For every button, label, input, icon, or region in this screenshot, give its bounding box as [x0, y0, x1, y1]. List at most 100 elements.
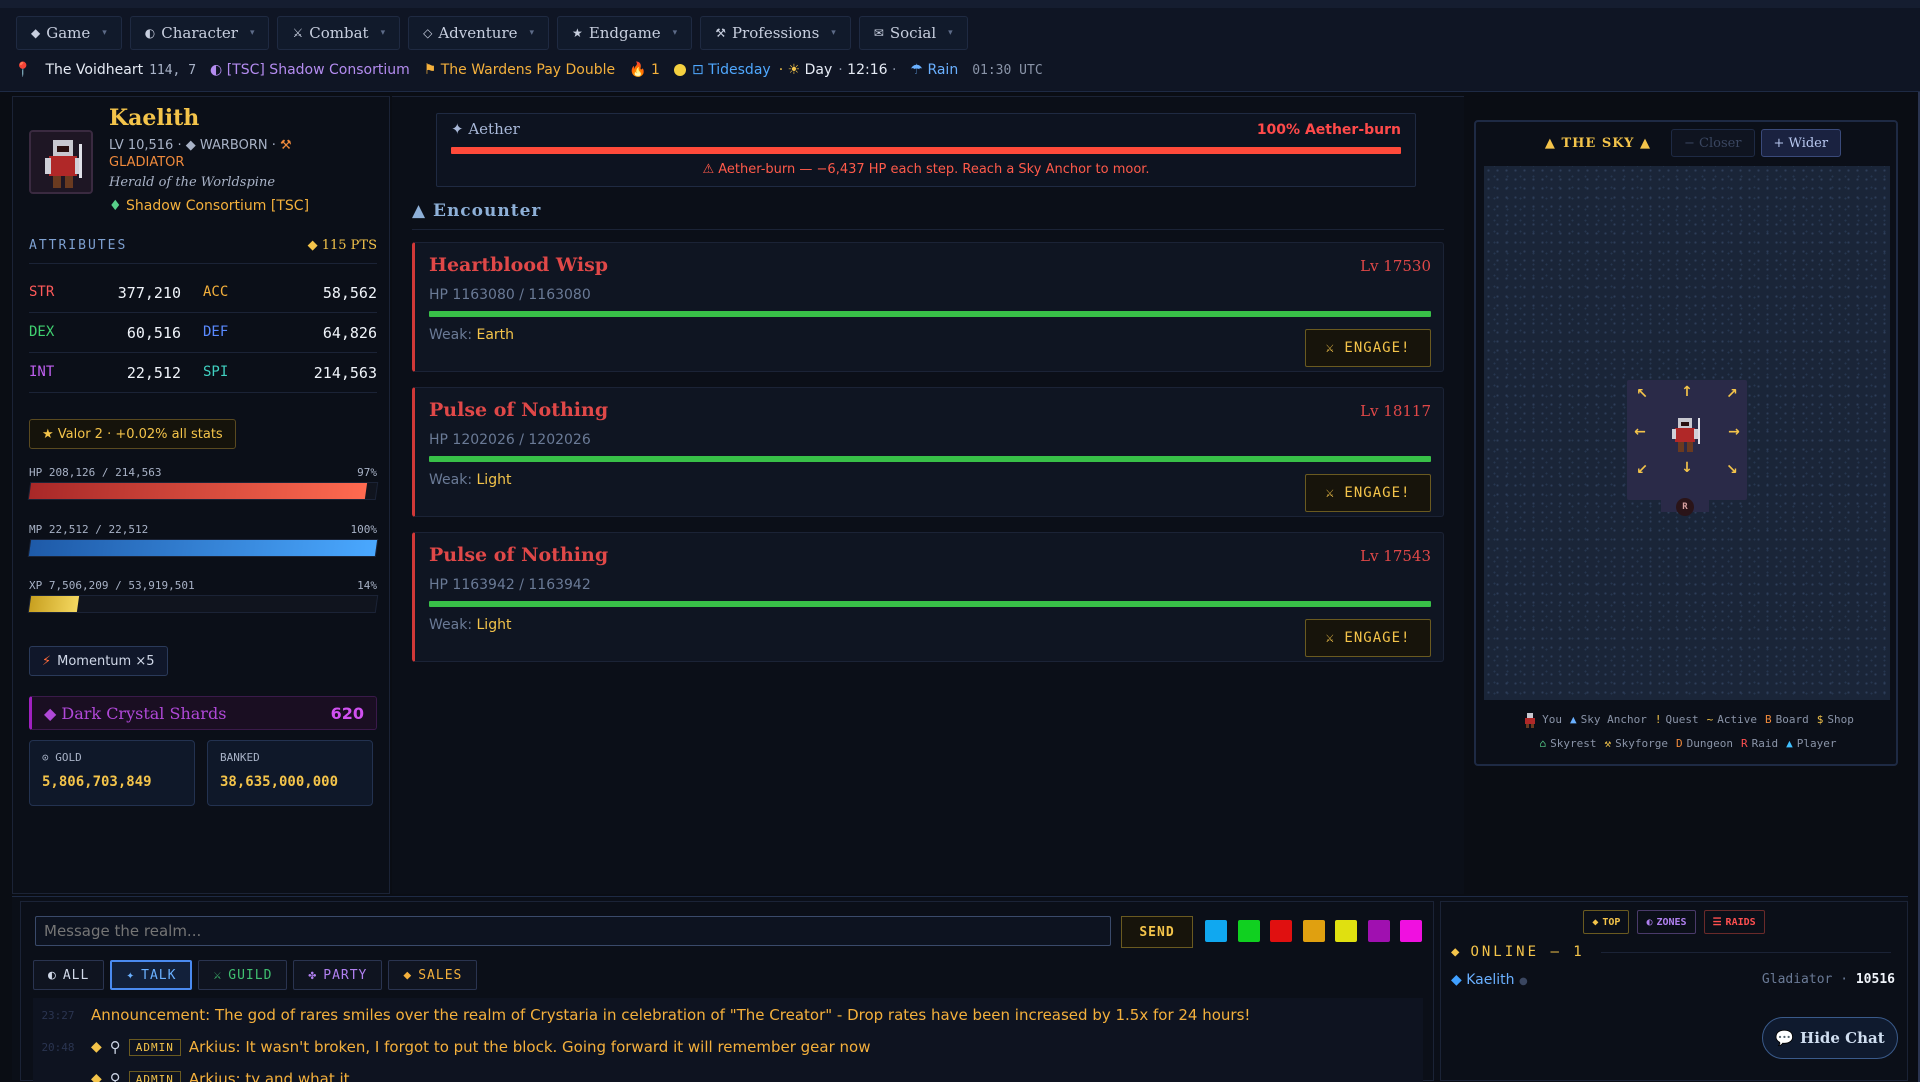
attribute-row: STR377,210ACC58,562 — [29, 273, 377, 313]
diamond-icon: ◆ — [91, 1071, 102, 1082]
momentum-badge[interactable]: ⚡Momentum ×5 — [29, 646, 168, 676]
zoom-closer-button[interactable]: − Closer — [1671, 129, 1755, 157]
menu-social[interactable]: ✉Social▾ — [859, 16, 968, 50]
menu-character[interactable]: ◐Character▾ — [130, 16, 270, 50]
chat-tab-icon: ✤ — [308, 968, 317, 983]
enemy-weakness: Weak: Earth — [429, 327, 514, 343]
map-legend: You▲Sky Anchor!Quest~ActiveBBoard$Shop⌂S… — [1486, 708, 1890, 756]
enemy-hp: HP 1202026 / 1202026 — [429, 432, 591, 448]
chat-tab-icon: ⚔ — [213, 968, 222, 983]
streak-value: 1 — [651, 62, 660, 78]
online-tab-top[interactable]: ◆TOP — [1583, 910, 1629, 934]
sky-map[interactable]: ↑ ↖ ↗ ← → ↙ ↓ ↘ R — [1484, 166, 1890, 700]
chat-tab-all[interactable]: ◐ALL — [33, 960, 104, 990]
hide-chat-button[interactable]: 💬Hide Chat — [1762, 1017, 1898, 1059]
chat-tab-talk[interactable]: ✦TALK — [110, 960, 192, 990]
avatar[interactable] — [29, 130, 93, 194]
shards-value: 620 — [331, 704, 364, 723]
xp-label: XP 7,506,209 / 53,919,501 — [29, 579, 195, 592]
move-southeast-arrow-icon[interactable]: ↘ — [1722, 462, 1742, 478]
move-southwest-arrow-icon[interactable]: ↙ — [1632, 462, 1652, 478]
online-tab-zones[interactable]: ◐ZONES — [1637, 910, 1695, 934]
banked-box: BANKED 38,635,000,000 — [207, 740, 373, 806]
attribute-value: 22,512 — [127, 364, 181, 382]
attribute-value: 64,826 — [323, 324, 377, 342]
hero-title: Herald of the Worldspine — [109, 175, 275, 190]
chat-message: 20:48◆⚲ADMINArkius: It wasn't broken, I … — [33, 1036, 870, 1058]
mp-label: MP 22,512 / 22,512 — [29, 523, 148, 536]
gold-box: ⊙ GOLD 5,806,703,849 — [29, 740, 195, 806]
legend-shop: $Shop — [1817, 713, 1854, 726]
message-input[interactable] — [35, 916, 1111, 946]
attributes-grid: STR377,210ACC58,562DEX60,516DEF64,826INT… — [29, 273, 377, 393]
valor-badge[interactable]: ★ Valor 2 · +0.02% all stats — [29, 419, 236, 449]
send-button[interactable]: SEND — [1121, 916, 1193, 948]
divider — [412, 229, 1444, 230]
move-west-arrow-icon[interactable]: ← — [1630, 424, 1650, 440]
menu-professions[interactable]: ⚒Professions▾ — [700, 16, 851, 50]
online-tab-label: RAIDS — [1726, 917, 1756, 928]
chevron-down-icon: ▾ — [102, 28, 107, 38]
location-name[interactable]: The Voidheart — [45, 62, 143, 78]
chat-log[interactable]: 23:27Announcement: The god of rares smil… — [33, 998, 1423, 1082]
menu-endgame[interactable]: ★Endgame▾ — [557, 16, 692, 50]
mp-bar-fill — [29, 540, 377, 556]
color-swatch[interactable] — [1400, 920, 1422, 942]
admin-badge: ADMIN — [129, 1071, 181, 1082]
attribute-def: DEF64,826 — [203, 324, 377, 342]
menu-label: Professions — [732, 24, 819, 42]
legend-you: You — [1522, 713, 1562, 726]
online-tab-raids[interactable]: ☰RAIDS — [1704, 910, 1765, 934]
online-tab-label: ZONES — [1656, 917, 1686, 928]
chat-tab-guild[interactable]: ⚔GUILD — [198, 960, 287, 990]
online-player-row[interactable]: ◆ Kaelith ● Gladiator · 10516 — [1451, 972, 1895, 988]
menu-combat[interactable]: ⚔Combat▾ — [277, 16, 400, 50]
chevron-down-icon: ▾ — [948, 28, 953, 38]
move-south-arrow-icon[interactable]: ↓ — [1677, 460, 1697, 476]
character-panel: Kaelith LV 10,516 · ◆ WARBORN · ⚒ GLADIA… — [12, 96, 390, 894]
menu-label: Game — [46, 24, 90, 42]
zoom-wider-button[interactable]: + Wider — [1761, 129, 1842, 157]
color-swatch[interactable] — [1270, 920, 1292, 942]
message-text: Arkius: ty and what it... — [189, 1070, 364, 1082]
engage-button[interactable]: ⚔ ENGAGE! — [1305, 619, 1431, 657]
color-swatch[interactable] — [1303, 920, 1325, 942]
menu-character-icon: ◐ — [145, 26, 155, 40]
move-northeast-arrow-icon[interactable]: ↗ — [1722, 386, 1742, 402]
chat-tab-label: SALES — [418, 968, 462, 983]
move-northwest-arrow-icon[interactable]: ↖ — [1632, 386, 1652, 402]
menu-adventure[interactable]: ◇Adventure▾ — [408, 16, 549, 50]
color-swatch[interactable] — [1368, 920, 1390, 942]
chat-panel: SEND ◐ALL✦TALK⚔GUILD✤PARTY◆SALES 23:27An… — [20, 901, 1434, 1081]
engage-button[interactable]: ⚔ ENGAGE! — [1305, 329, 1431, 367]
menu-label: Combat — [309, 24, 368, 42]
legend-label: Skyforge — [1615, 737, 1668, 750]
color-swatch[interactable] — [1335, 920, 1357, 942]
move-north-arrow-icon[interactable]: ↑ — [1677, 384, 1697, 400]
move-east-arrow-icon[interactable]: → — [1724, 424, 1744, 440]
admin-badge: ADMIN — [129, 1039, 181, 1056]
engage-button[interactable]: ⚔ ENGAGE! — [1305, 474, 1431, 512]
online-player: ◆ Kaelith ● — [1451, 972, 1528, 988]
color-swatch[interactable] — [1205, 920, 1227, 942]
color-swatch[interactable] — [1238, 920, 1260, 942]
hero-meta: LV 10,516 · ◆ WARBORN · ⚒ GLADIATOR — [109, 137, 369, 171]
status-event[interactable]: ⚑ The Wardens Pay Double — [424, 62, 615, 78]
weakness-value: Light — [477, 617, 512, 633]
dark-crystal-shards[interactable]: ◆ Dark Crystal Shards 620 — [29, 696, 377, 730]
attribute-points[interactable]: ◆ 115 PTS — [308, 238, 377, 253]
coin-icon: ⊙ — [42, 751, 49, 764]
menu-game[interactable]: ◆Game▾ — [16, 16, 122, 50]
hero-guild[interactable]: ♦ Shadow Consortium [TSC] — [109, 198, 309, 214]
raid-marker[interactable]: R — [1676, 498, 1694, 516]
diamond-icon: ◆ — [91, 1039, 102, 1055]
chat-tab-party[interactable]: ✤PARTY — [293, 960, 382, 990]
encounter-title: ▲ Encounter — [412, 201, 541, 221]
legend-symbol: R — [1741, 737, 1748, 750]
chat-tab-label: ALL — [63, 968, 89, 983]
enemy-level: Lv 18117 — [1360, 402, 1431, 420]
gold-value: 5,806,703,849 — [42, 774, 182, 790]
chat-tab-sales[interactable]: ◆SALES — [388, 960, 477, 990]
attribute-key: ACC — [203, 284, 228, 302]
status-guild-link[interactable]: ◐ [TSC] Shadow Consortium — [210, 62, 410, 78]
